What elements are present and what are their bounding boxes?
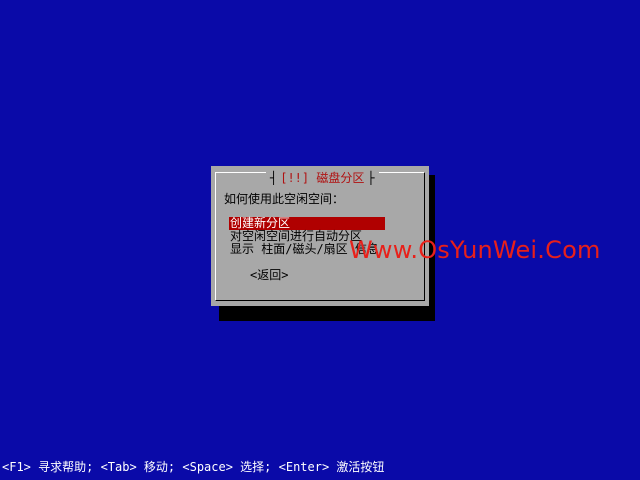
dialog-title-bar: ┤ [!!] 磁盘分区 ├ bbox=[266, 171, 379, 185]
dialog-prompt: 如何使用此空闲空间： bbox=[224, 192, 345, 206]
installer-screen: ┤ [!!] 磁盘分区 ├ 如何使用此空闲空间： 创建新分区 对空闲空间进行自动… bbox=[0, 0, 640, 480]
title-right-bracket: ├ bbox=[367, 171, 375, 185]
keyboard-help-bar: <F1> 寻求帮助; <Tab> 移动; <Space> 选择; <Enter>… bbox=[2, 460, 385, 474]
title-left-bracket: ┤ bbox=[270, 171, 278, 185]
watermark-text: Www.OsYunWei.Com bbox=[349, 236, 601, 264]
back-button[interactable]: <返回> bbox=[250, 268, 288, 282]
dialog-title: [!!] 磁盘分区 bbox=[280, 171, 365, 185]
